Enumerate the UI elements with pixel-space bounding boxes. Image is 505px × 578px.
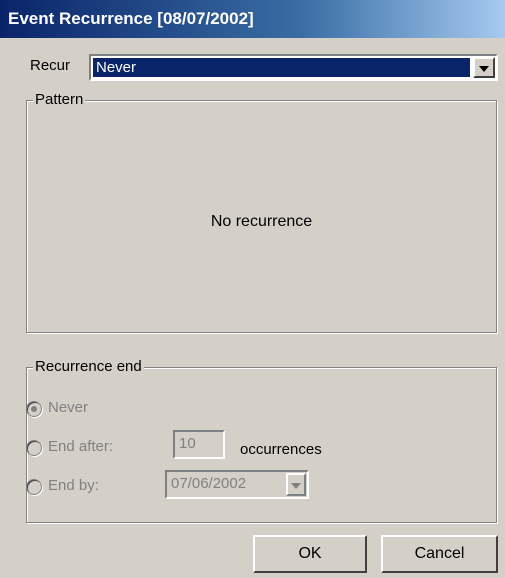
occurrences-input[interactable]: 10 <box>173 430 225 459</box>
recur-label: Recur <box>30 57 71 74</box>
radio-end-after-label: End after: <box>48 438 114 455</box>
end-date-picker[interactable]: 07/06/2002 <box>165 470 309 499</box>
pattern-group-title: Pattern <box>33 91 86 109</box>
radio-end-by-label: End by: <box>48 477 99 494</box>
no-recurrence-message: No recurrence <box>210 213 313 230</box>
recur-dropdown[interactable]: Never <box>89 54 498 81</box>
cancel-button[interactable]: Cancel <box>381 535 498 573</box>
radio-button-icon <box>26 401 42 417</box>
recur-selected-value: Never <box>93 58 470 77</box>
occurrences-label: occurrences <box>240 441 322 458</box>
title-bar: Event Recurrence [08/07/2002] <box>0 0 505 38</box>
radio-button-icon <box>26 440 42 456</box>
radio-button-icon <box>26 479 42 495</box>
pattern-group: Pattern No recurrence <box>26 91 497 333</box>
end-date-value: 07/06/2002 <box>171 475 247 492</box>
radio-never-label: Never <box>48 399 89 416</box>
recurrence-end-group-title: Recurrence end <box>33 358 144 376</box>
recur-dropdown-button[interactable] <box>473 57 495 78</box>
chevron-down-icon <box>291 482 301 489</box>
date-dropdown-button[interactable] <box>286 473 306 496</box>
chevron-down-icon <box>479 65 489 72</box>
ok-button[interactable]: OK <box>253 535 367 573</box>
